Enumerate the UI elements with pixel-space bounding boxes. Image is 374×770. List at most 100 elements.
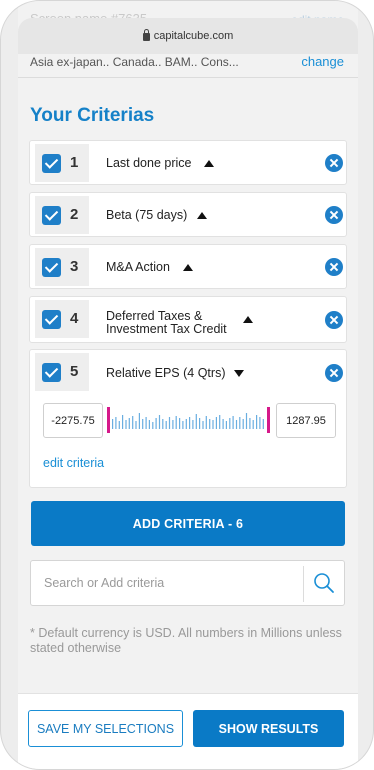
range-histogram[interactable] [107, 407, 270, 433]
criteria-label: Relative EPS (4 Qtrs) [106, 366, 226, 380]
remove-criteria-icon[interactable] [325, 311, 343, 329]
histogram-bar [152, 422, 154, 429]
histogram-bar [185, 419, 187, 429]
criteria-label-line-2: Investment Tax Credit [106, 322, 227, 336]
sort-up-icon[interactable] [204, 160, 214, 167]
range-min-handle [107, 407, 110, 433]
histogram-bar [148, 420, 150, 429]
edit-criteria-link[interactable]: edit criteria [43, 456, 104, 470]
criteria-number-box: 1 [35, 144, 89, 182]
criteria-number-box: 3 [35, 248, 89, 286]
histogram-bar [259, 417, 261, 429]
histogram-bar [158, 415, 161, 429]
regions-summary: Asia ex-japan.. Canada.. BAM.. Cons... [30, 55, 239, 69]
histogram-bar [128, 418, 130, 429]
criteria-number: 1 [70, 154, 79, 171]
phone-frame: Screen name #7635 edit name capitalcube.… [0, 0, 374, 770]
histogram-bar [256, 415, 258, 429]
add-criteria-button[interactable]: ADD CRITERIA - 6 [31, 501, 345, 546]
histogram-bar [252, 420, 254, 429]
histogram-bar [138, 413, 140, 429]
app-screen: Screen name #7635 edit name capitalcube.… [18, 1, 358, 769]
histogram-bar [245, 413, 248, 429]
histogram-bar [112, 419, 114, 429]
histogram-bar [239, 417, 241, 429]
criteria-label: M&A Action [106, 260, 170, 274]
range-max-input[interactable]: 1287.95 [276, 403, 336, 438]
histogram-bar [192, 420, 194, 429]
histogram-bar [122, 415, 124, 429]
criteria-number-box: 2 [35, 196, 89, 234]
criteria-card-2: 2 Beta (75 days) [29, 192, 347, 237]
histogram-bar [249, 418, 251, 429]
criteria-number-box: 5 [35, 353, 89, 391]
search-divider [303, 566, 304, 602]
criteria-card-4: 4 Deferred Taxes & Investment Tax Credit [29, 296, 347, 343]
criteria-number: 2 [70, 206, 79, 223]
remove-criteria-icon[interactable] [325, 258, 343, 276]
histogram-bars [112, 413, 264, 429]
histogram-bar [145, 417, 147, 429]
histogram-bar [195, 414, 197, 429]
histogram-bar [212, 420, 214, 429]
criteria-card-3: 3 M&A Action [29, 244, 347, 289]
sort-up-icon[interactable] [197, 212, 207, 219]
histogram-bar [235, 420, 238, 429]
histogram-bar [135, 421, 137, 429]
remove-criteria-icon[interactable] [325, 364, 343, 382]
histogram-bar [219, 415, 221, 429]
criteria-checkbox[interactable] [42, 363, 61, 382]
histogram-bar [132, 416, 134, 429]
criteria-label: Beta (75 days) [106, 208, 188, 222]
histogram-bar [222, 419, 224, 429]
histogram-bar [182, 421, 184, 429]
criteria-checkbox[interactable] [42, 310, 61, 329]
criteria-number: 5 [70, 363, 79, 380]
histogram-bar [162, 419, 164, 429]
search-input[interactable]: Search or Add criteria [44, 576, 164, 590]
show-results-button[interactable]: SHOW RESULTS [193, 710, 344, 747]
criteria-label: Last done price [106, 156, 192, 170]
remove-criteria-icon[interactable] [325, 154, 343, 172]
search-icon[interactable] [313, 572, 335, 594]
range-min-input[interactable]: -2275.75 [43, 403, 103, 438]
change-link[interactable]: change [301, 54, 344, 69]
histogram-bar [172, 420, 174, 429]
histogram-bar [262, 419, 264, 429]
sort-down-icon[interactable] [234, 370, 244, 377]
histogram-bar [202, 421, 204, 429]
sort-up-icon[interactable] [243, 316, 253, 323]
currency-note: * Default currency is USD. All numbers i… [30, 626, 342, 655]
bottom-action-bar: SAVE MY SELECTIONS SHOW RESULTS [18, 693, 358, 769]
histogram-bar [115, 417, 117, 429]
remove-criteria-icon[interactable] [325, 206, 343, 224]
histogram-bar [199, 418, 201, 429]
criteria-checkbox[interactable] [42, 258, 61, 277]
criteria-number: 3 [70, 258, 79, 275]
lock-icon [142, 29, 150, 41]
browser-url-bar[interactable]: capitalcube.com [18, 18, 358, 54]
histogram-bar [168, 417, 171, 429]
criteria-checkbox[interactable] [42, 206, 61, 225]
criteria-heading: Your Criterias [30, 105, 155, 126]
sort-up-icon[interactable] [183, 264, 193, 271]
histogram-bar [205, 416, 207, 429]
criteria-checkbox[interactable] [42, 154, 61, 173]
criteria-card-5: 5 Relative EPS (4 Qtrs) -2275.75 1287.95… [29, 349, 347, 488]
histogram-bar [229, 418, 231, 429]
range-max-handle [267, 407, 270, 433]
search-criteria-box: Search or Add criteria [30, 560, 345, 606]
histogram-bar [118, 421, 120, 429]
criteria-number: 4 [70, 310, 79, 327]
region-row: Asia ex-japan.. Canada.. BAM.. Cons... c… [18, 54, 358, 78]
save-selections-button[interactable]: SAVE MY SELECTIONS [28, 710, 183, 747]
histogram-bar [225, 421, 227, 429]
histogram-bar [189, 417, 191, 429]
histogram-bar [155, 418, 157, 429]
criteria-number-box: 4 [35, 300, 89, 338]
url-text: capitalcube.com [153, 30, 234, 42]
histogram-bar [125, 420, 127, 429]
histogram-bar [179, 418, 181, 429]
histogram-bar [215, 417, 217, 429]
histogram-bar [209, 419, 211, 429]
